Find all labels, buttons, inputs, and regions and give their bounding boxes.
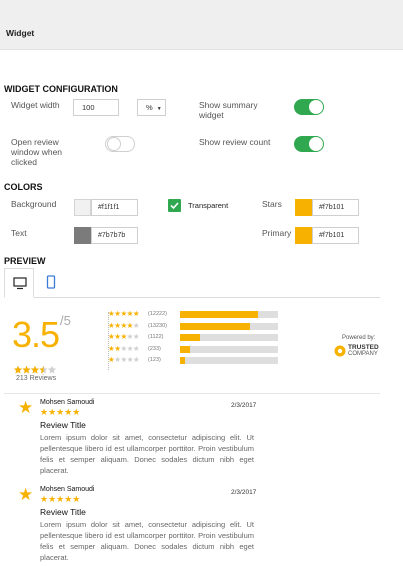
review-title: Review Title — [40, 420, 86, 430]
transparent-label: Transparent — [188, 201, 229, 210]
trusted-company-logo: TRUSTED COMPANY — [334, 344, 384, 360]
score-max: /5 — [60, 313, 71, 328]
brand-line-2: COMPANY — [348, 351, 378, 357]
reviewer-star-icon: ★ — [18, 485, 34, 504]
distribution-count: (233) — [148, 345, 161, 352]
distribution-bar-track — [180, 334, 278, 341]
reviewer-star-icon: ★ — [18, 398, 34, 417]
show-review-count-label: Show review count — [199, 137, 271, 147]
tab-desktop[interactable] — [4, 268, 34, 298]
toggle-knob — [309, 137, 323, 151]
distribution-stars: ★★★★★ — [108, 332, 140, 341]
reviewer-name: Mohsen Samoudi — [40, 486, 95, 493]
review-body: Lorem ipsum dolor sit amet, consectetur … — [40, 433, 254, 475]
distribution-stars: ★★★★★ — [108, 309, 140, 318]
distribution-bar-fill — [180, 357, 185, 364]
mobile-icon — [46, 275, 56, 289]
distribution-count: (123) — [148, 357, 161, 363]
top-bar: Widget — [0, 0, 403, 50]
widget-width-label: Widget width — [11, 100, 60, 110]
page-title: Widget — [6, 28, 35, 38]
stars-color-input[interactable]: #f7b101 — [312, 199, 359, 216]
widget-width-input[interactable]: 100 — [73, 99, 119, 116]
rating-star-empty — [47, 365, 57, 374]
review-date: 2/3/2017 — [231, 402, 257, 409]
powered-by-label: Powered by: — [342, 335, 376, 341]
colors-heading: COLORS — [4, 182, 43, 192]
average-rating-stars — [13, 365, 57, 374]
primary-color-input[interactable]: #f7b101 — [312, 227, 359, 244]
tab-mobile[interactable] — [36, 268, 66, 298]
review-item: ★ Mohsen Samoudi 2/3/2017 ★★★★★ Review Title… — [16, 397, 266, 481]
width-unit-value: % — [146, 103, 153, 112]
text-color-input[interactable]: #7b7b7b — [91, 227, 138, 244]
text-color-label: Text — [11, 228, 27, 238]
distribution-bar-fill — [180, 334, 200, 341]
stars-color-swatch[interactable] — [295, 199, 312, 216]
open-review-window-label: Open review window when clicked — [11, 137, 63, 167]
review-stars: ★★★★★ — [40, 407, 81, 417]
show-review-count-toggle[interactable] — [294, 136, 324, 152]
review-stars: ★★★★★ — [40, 494, 81, 504]
primary-color-swatch[interactable] — [295, 227, 312, 244]
preview-device-tabs — [4, 268, 380, 298]
text-color-swatch[interactable] — [74, 227, 91, 244]
trusted-company-icon — [334, 345, 346, 357]
distribution-bar-track — [180, 357, 278, 364]
distribution-bar-fill — [180, 322, 250, 330]
review-item: ★ Mohsen Samoudi 2/3/2017 ★★★★★ Review Title… — [16, 484, 266, 566]
distribution-bar-fill — [180, 345, 190, 353]
desktop-icon — [13, 277, 27, 290]
transparent-checkbox[interactable] — [168, 199, 181, 212]
reviewer-name: Mohsen Samoudi — [40, 399, 95, 406]
reviews-count: 213 Reviews — [16, 375, 57, 382]
distribution-bar-track — [180, 345, 278, 353]
rating-star-filled — [13, 365, 23, 374]
distribution-bar-fill — [180, 311, 259, 318]
open-review-window-toggle[interactable] — [105, 136, 135, 152]
primary-color-label: Primary — [262, 228, 292, 238]
preview-heading: PREVIEW — [4, 256, 46, 266]
distribution-bar-track — [180, 322, 278, 330]
background-color-input[interactable]: #f1f1f1 — [91, 199, 138, 216]
toggle-knob — [107, 137, 121, 151]
width-unit-select[interactable]: % ▼ — [137, 99, 166, 116]
distribution-stars: ★★★★★ — [108, 320, 140, 330]
review-body: Lorem ipsum dolor sit amet, consectetur … — [40, 520, 254, 562]
distribution-bar-track — [180, 311, 278, 318]
show-summary-toggle[interactable] — [294, 99, 324, 115]
average-score: 3.5 — [12, 314, 60, 355]
distribution-count: (12222) — [148, 311, 167, 317]
distribution-count: (1122) — [148, 334, 164, 340]
rating-star-filled — [22, 365, 31, 374]
distribution-stars: ★★★★★ — [108, 343, 140, 353]
review-title: Review Title — [40, 507, 86, 517]
background-color-swatch[interactable] — [74, 199, 91, 216]
toggle-knob — [309, 100, 323, 114]
checkmark-icon — [170, 202, 179, 210]
review-date: 2/3/2017 — [231, 489, 257, 496]
chevron-down-icon: ▼ — [156, 106, 162, 112]
widget-configuration-heading: WIDGET CONFIGURATION — [4, 84, 118, 94]
distribution-count: (13230) — [148, 322, 167, 329]
background-color-label: Background — [11, 199, 57, 209]
brand-line-1: TRUSTED — [348, 344, 379, 351]
rating-star-filled — [30, 365, 40, 374]
stars-color-label: Stars — [262, 199, 282, 209]
reviews-divider — [4, 393, 380, 394]
distribution-stars: ★★★★★ — [108, 355, 140, 364]
show-summary-label: Show summary widget — [199, 100, 258, 120]
